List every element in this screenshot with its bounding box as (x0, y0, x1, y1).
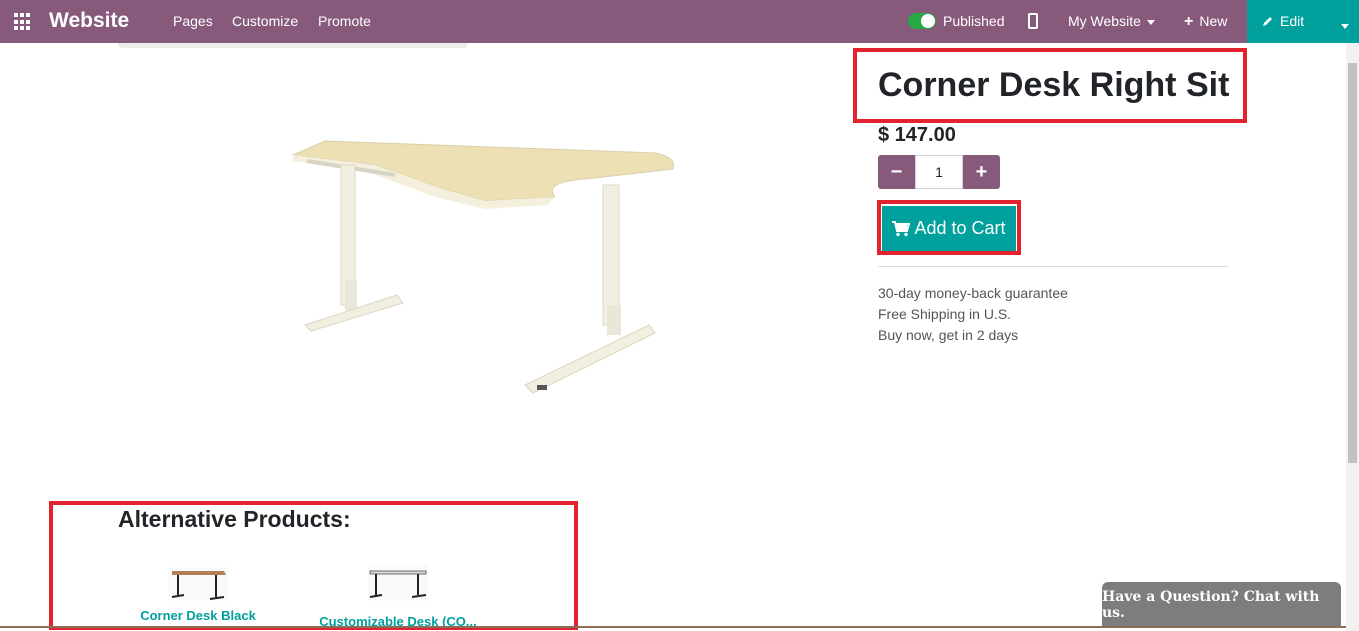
minus-button[interactable]: − (878, 155, 915, 189)
product-price: $ 147.00 (878, 124, 956, 146)
top-navbar: Website Pages Customize Promote Publishe… (0, 0, 1359, 43)
alternative-product-name[interactable]: Corner Desk Black (133, 608, 263, 623)
website-selector[interactable]: My Website (1068, 13, 1155, 29)
shopping-cart-icon (892, 220, 911, 236)
new-button[interactable]: + New (1184, 13, 1227, 31)
menu-promote[interactable]: Promote (318, 13, 371, 29)
apps-grid-icon[interactable] (14, 13, 32, 31)
divider (878, 266, 1228, 267)
website-selector-label: My Website (1068, 13, 1141, 29)
footer-edge (0, 626, 1346, 628)
plus-button[interactable]: + (963, 155, 1000, 189)
plus-icon: + (1184, 13, 1194, 30)
menu-customize[interactable]: Customize (232, 13, 298, 29)
published-label[interactable]: Published (943, 13, 1005, 29)
product-image (291, 140, 675, 394)
chevron-down-icon (1146, 19, 1155, 25)
shipping-text: Free Shipping in U.S. (878, 306, 1012, 322)
app-brand[interactable]: Website (49, 9, 129, 33)
live-chat-button[interactable]: Have a Question? Chat with us. (1102, 582, 1341, 627)
quantity-stepper: − 1 + (878, 155, 1000, 189)
edit-button-label: Edit (1280, 13, 1305, 29)
delivery-text: Buy now, get in 2 days (878, 327, 1019, 343)
edit-button-group: Edit (1247, 0, 1359, 43)
edit-button[interactable]: Edit (1262, 13, 1304, 29)
new-button-label: New (1199, 13, 1228, 29)
alternative-products-heading: Alternative Products: (118, 506, 351, 532)
mobile-preview-icon[interactable] (1028, 13, 1038, 29)
customizable-desk-thumbnail (368, 565, 428, 601)
add-to-cart-label: Add to Cart (914, 218, 1006, 238)
published-toggle[interactable] (908, 13, 936, 29)
quantity-input[interactable]: 1 (915, 155, 963, 189)
caret-down-icon (1341, 24, 1349, 30)
vertical-scrollbar[interactable] (1346, 43, 1359, 631)
corner-desk-black-thumbnail (168, 567, 228, 601)
alternative-product-card[interactable]: Customizable Desk (CO... (318, 563, 478, 629)
alternative-product-card[interactable]: Corner Desk Black (133, 563, 263, 623)
product-title: Corner Desk Right Sit (878, 66, 1230, 104)
guarantee-text: 30-day money-back guarantee (878, 285, 1068, 301)
edit-dropdown-toggle[interactable] (1335, 18, 1349, 36)
scrollbar-thumb[interactable] (1348, 63, 1357, 463)
image-strip (118, 43, 468, 48)
pencil-icon (1263, 17, 1272, 26)
add-to-cart-button[interactable]: Add to Cart (882, 206, 1016, 251)
menu-pages[interactable]: Pages (173, 13, 213, 29)
